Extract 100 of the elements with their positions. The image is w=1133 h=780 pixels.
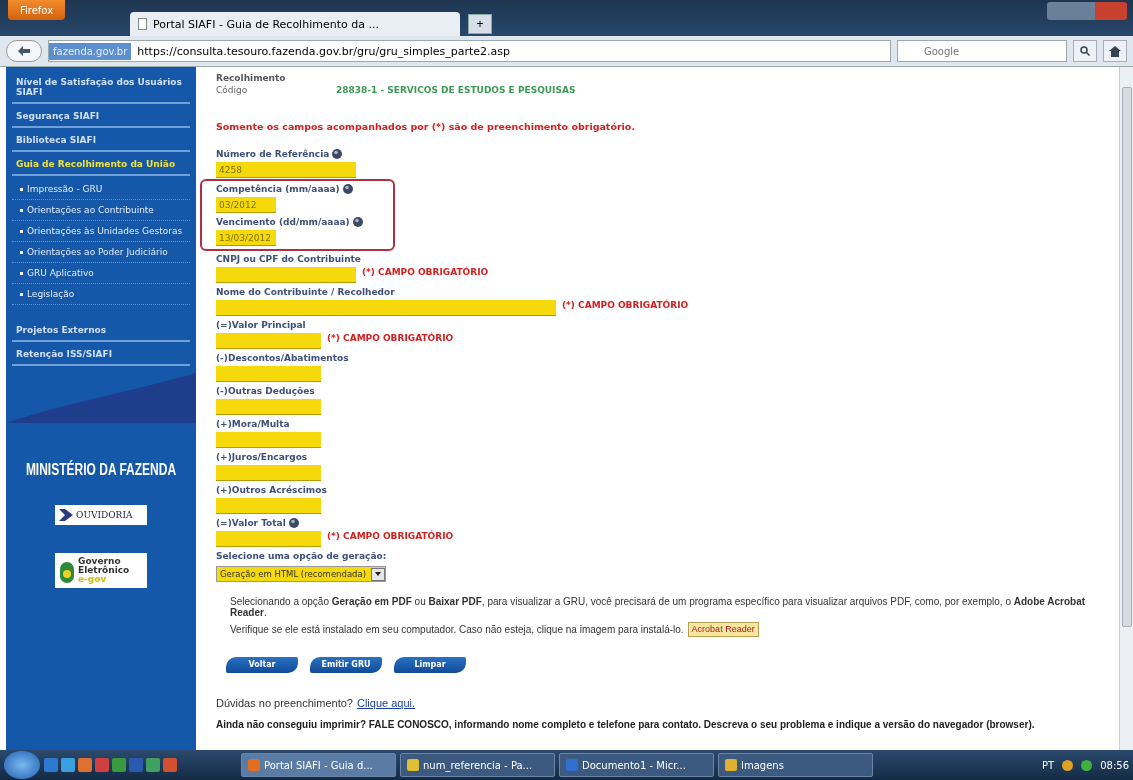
field-label: (=)Valor Total bbox=[216, 518, 286, 528]
bullet-icon bbox=[20, 250, 23, 254]
scrollbar[interactable] bbox=[1119, 67, 1133, 750]
app-icon bbox=[407, 759, 419, 771]
help-icon[interactable] bbox=[288, 518, 299, 528]
address-bar[interactable]: fazenda.gov.br https://consulta.tesouro.fazenda.gov.br/gru/gru_simples_parte2.asp bbox=[48, 40, 891, 62]
input-field[interactable] bbox=[216, 531, 321, 547]
taskbar-button[interactable]: Portal SIAFI - Guia d... bbox=[241, 753, 396, 777]
install-hint: Verifique se ele está instalado em seu computador. Caso não esteja, clique na imagem para instalá-lo. bbox=[230, 623, 684, 635]
sidebar-subitem[interactable]: Impressão - GRU bbox=[12, 179, 190, 200]
acrobat-reader-link[interactable]: Acrobat Reader bbox=[687, 622, 759, 637]
required-notice: Somente os campos acompanhados por (*) são de preenchimento obrigatório. bbox=[216, 121, 636, 132]
sidebar-item[interactable]: Retenção ISS/SIAFI bbox=[12, 345, 190, 366]
window-controls[interactable] bbox=[1047, 2, 1127, 20]
home-icon bbox=[1109, 45, 1121, 57]
help-question: Dúvidas no preenchimento? bbox=[216, 696, 353, 709]
search-button[interactable] bbox=[1073, 40, 1097, 62]
scroll-thumb[interactable] bbox=[1121, 87, 1132, 627]
help-icon[interactable] bbox=[342, 184, 353, 194]
start-button[interactable] bbox=[4, 751, 40, 779]
input-field[interactable] bbox=[216, 498, 321, 514]
tray-icon[interactable] bbox=[1081, 759, 1093, 771]
search-field[interactable]: Google bbox=[897, 40, 1067, 62]
field-label: (+)Juros/Encargos bbox=[216, 452, 308, 462]
contact-text: Ainda não conseguiu imprimir? FALE CONOSCO, informando nome completo e telefone para contato. Descreva o seu problema e indique a versão do navegador (browser). bbox=[216, 718, 1036, 730]
input-field[interactable] bbox=[216, 399, 321, 415]
tray-icon[interactable] bbox=[1062, 759, 1074, 771]
input-field[interactable] bbox=[216, 366, 321, 382]
field-label: Competência (mm/aaaa) bbox=[216, 184, 340, 194]
generation-select[interactable]: Geração em HTML (recomendada) bbox=[216, 566, 386, 582]
quick-launch-icon[interactable] bbox=[129, 758, 143, 772]
form-button[interactable]: Voltar bbox=[226, 656, 298, 673]
egov-logo[interactable]: Governo Eletrônico e-gov bbox=[55, 553, 147, 588]
quick-launch-icon[interactable] bbox=[146, 758, 160, 772]
sidebar-subitem[interactable]: Legislação bbox=[12, 284, 190, 305]
sidebar-item[interactable]: Nível de Satisfação dos Usuários SIAFI bbox=[12, 73, 190, 104]
help-icon[interactable] bbox=[332, 149, 343, 159]
sidebar-item[interactable]: Segurança SIAFI bbox=[12, 107, 190, 128]
bullet-icon bbox=[20, 208, 23, 212]
arrow-icon bbox=[59, 509, 73, 521]
dropdown-button[interactable] bbox=[371, 567, 385, 581]
field-label: Número de Referência bbox=[216, 149, 330, 159]
ministry-logo[interactable]: MINISTÉRIO DA FAZENDA bbox=[6, 460, 196, 480]
required-note: (*) CAMPO OBRIGATÓRIO bbox=[362, 267, 489, 279]
sidebar-subitem[interactable]: Orientações às Unidades Gestoras bbox=[12, 221, 190, 242]
section-heading: Recolhimento bbox=[216, 73, 287, 83]
required-note: (*) CAMPO OBRIGATÓRIO bbox=[327, 333, 454, 345]
bullet-icon bbox=[20, 292, 23, 296]
clock[interactable]: 08:56 bbox=[1100, 759, 1129, 771]
form-button[interactable]: Limpar bbox=[394, 656, 466, 673]
browser-tab[interactable]: Portal SIAFI - Guia de Recolhimento da ... bbox=[130, 12, 460, 36]
input-field[interactable] bbox=[216, 300, 556, 316]
required-note: (*) CAMPO OBRIGATÓRIO bbox=[562, 300, 689, 312]
app-icon bbox=[248, 759, 260, 771]
quick-launch-icon[interactable] bbox=[163, 758, 177, 772]
back-button[interactable] bbox=[6, 40, 42, 62]
quick-launch-icon[interactable] bbox=[78, 758, 92, 772]
taskbar-button[interactable]: num_referencia - Pa... bbox=[400, 753, 555, 777]
sidebar-subitem[interactable]: GRU Aplicativo bbox=[12, 263, 190, 284]
field-label: Selecione uma opção de geração: bbox=[216, 551, 387, 561]
language-indicator[interactable]: PT bbox=[1042, 759, 1055, 771]
home-button[interactable] bbox=[1103, 40, 1127, 62]
help-link[interactable]: Clique aqui. bbox=[357, 696, 416, 709]
taskbar-button[interactable]: Documento1 - Micr... bbox=[559, 753, 714, 777]
code-label: Código bbox=[216, 84, 249, 97]
search-icon bbox=[1080, 46, 1090, 56]
field-label: (-)Descontos/Abatimentos bbox=[216, 353, 349, 363]
sidebar-item[interactable]: Guia de Recolhimento da União bbox=[12, 155, 190, 176]
form-button[interactable]: Emitir GRU bbox=[310, 656, 382, 673]
url-text: https://consulta.tesouro.fazenda.gov.br/gru/gru_simples_parte2.asp bbox=[137, 44, 510, 58]
input-field[interactable]: 13/03/2012 bbox=[216, 230, 276, 246]
input-field[interactable]: 4258 bbox=[216, 162, 356, 178]
taskbar-button[interactable]: Imagens bbox=[718, 753, 873, 777]
help-icon[interactable] bbox=[352, 217, 363, 227]
ouvidoria-logo[interactable]: OUVIDORIA bbox=[55, 505, 147, 525]
input-field[interactable]: 03/2012 bbox=[216, 197, 276, 213]
sidebar-item[interactable]: Biblioteca SIAFI bbox=[12, 131, 190, 152]
field-label: (=)Valor Principal bbox=[216, 320, 306, 330]
sidebar-subitem[interactable]: Orientações ao Contribuinte bbox=[12, 200, 190, 221]
bullet-icon bbox=[20, 229, 23, 233]
bullet-icon bbox=[20, 187, 23, 191]
input-field[interactable] bbox=[216, 465, 321, 481]
new-tab-button[interactable]: + bbox=[468, 14, 492, 34]
field-label: Vencimento (dd/mm/aaaa) bbox=[216, 217, 350, 227]
field-label: (-)Outras Deduções bbox=[216, 386, 315, 396]
input-field[interactable] bbox=[216, 432, 321, 448]
bullet-icon bbox=[20, 271, 23, 275]
quick-launch-icon[interactable] bbox=[61, 758, 75, 772]
info-paragraph: Selecionando a opção Geração em PDF ou Baixar PDF, para visualizar a GRU, você precisará de um programa específico para visualizar arquivos PDF, como, por exemplo, o Adobe Acrobat Reader. bbox=[230, 596, 1087, 618]
field-label: Nome do Contribuinte / Recolhedor bbox=[216, 287, 395, 297]
sidebar-subitem[interactable]: Orientações ao Poder Judiciário bbox=[12, 242, 190, 263]
app-icon bbox=[725, 759, 737, 771]
sidebar-item[interactable]: Projetos Externos bbox=[12, 321, 190, 342]
quick-launch-icon[interactable] bbox=[44, 758, 58, 772]
input-field[interactable] bbox=[216, 333, 321, 349]
quick-launch-icon[interactable] bbox=[112, 758, 126, 772]
input-field[interactable] bbox=[216, 267, 356, 283]
caret-icon bbox=[375, 572, 381, 576]
quick-launch-icon[interactable] bbox=[95, 758, 109, 772]
field-label: (+)Outros Acréscimos bbox=[216, 485, 327, 495]
